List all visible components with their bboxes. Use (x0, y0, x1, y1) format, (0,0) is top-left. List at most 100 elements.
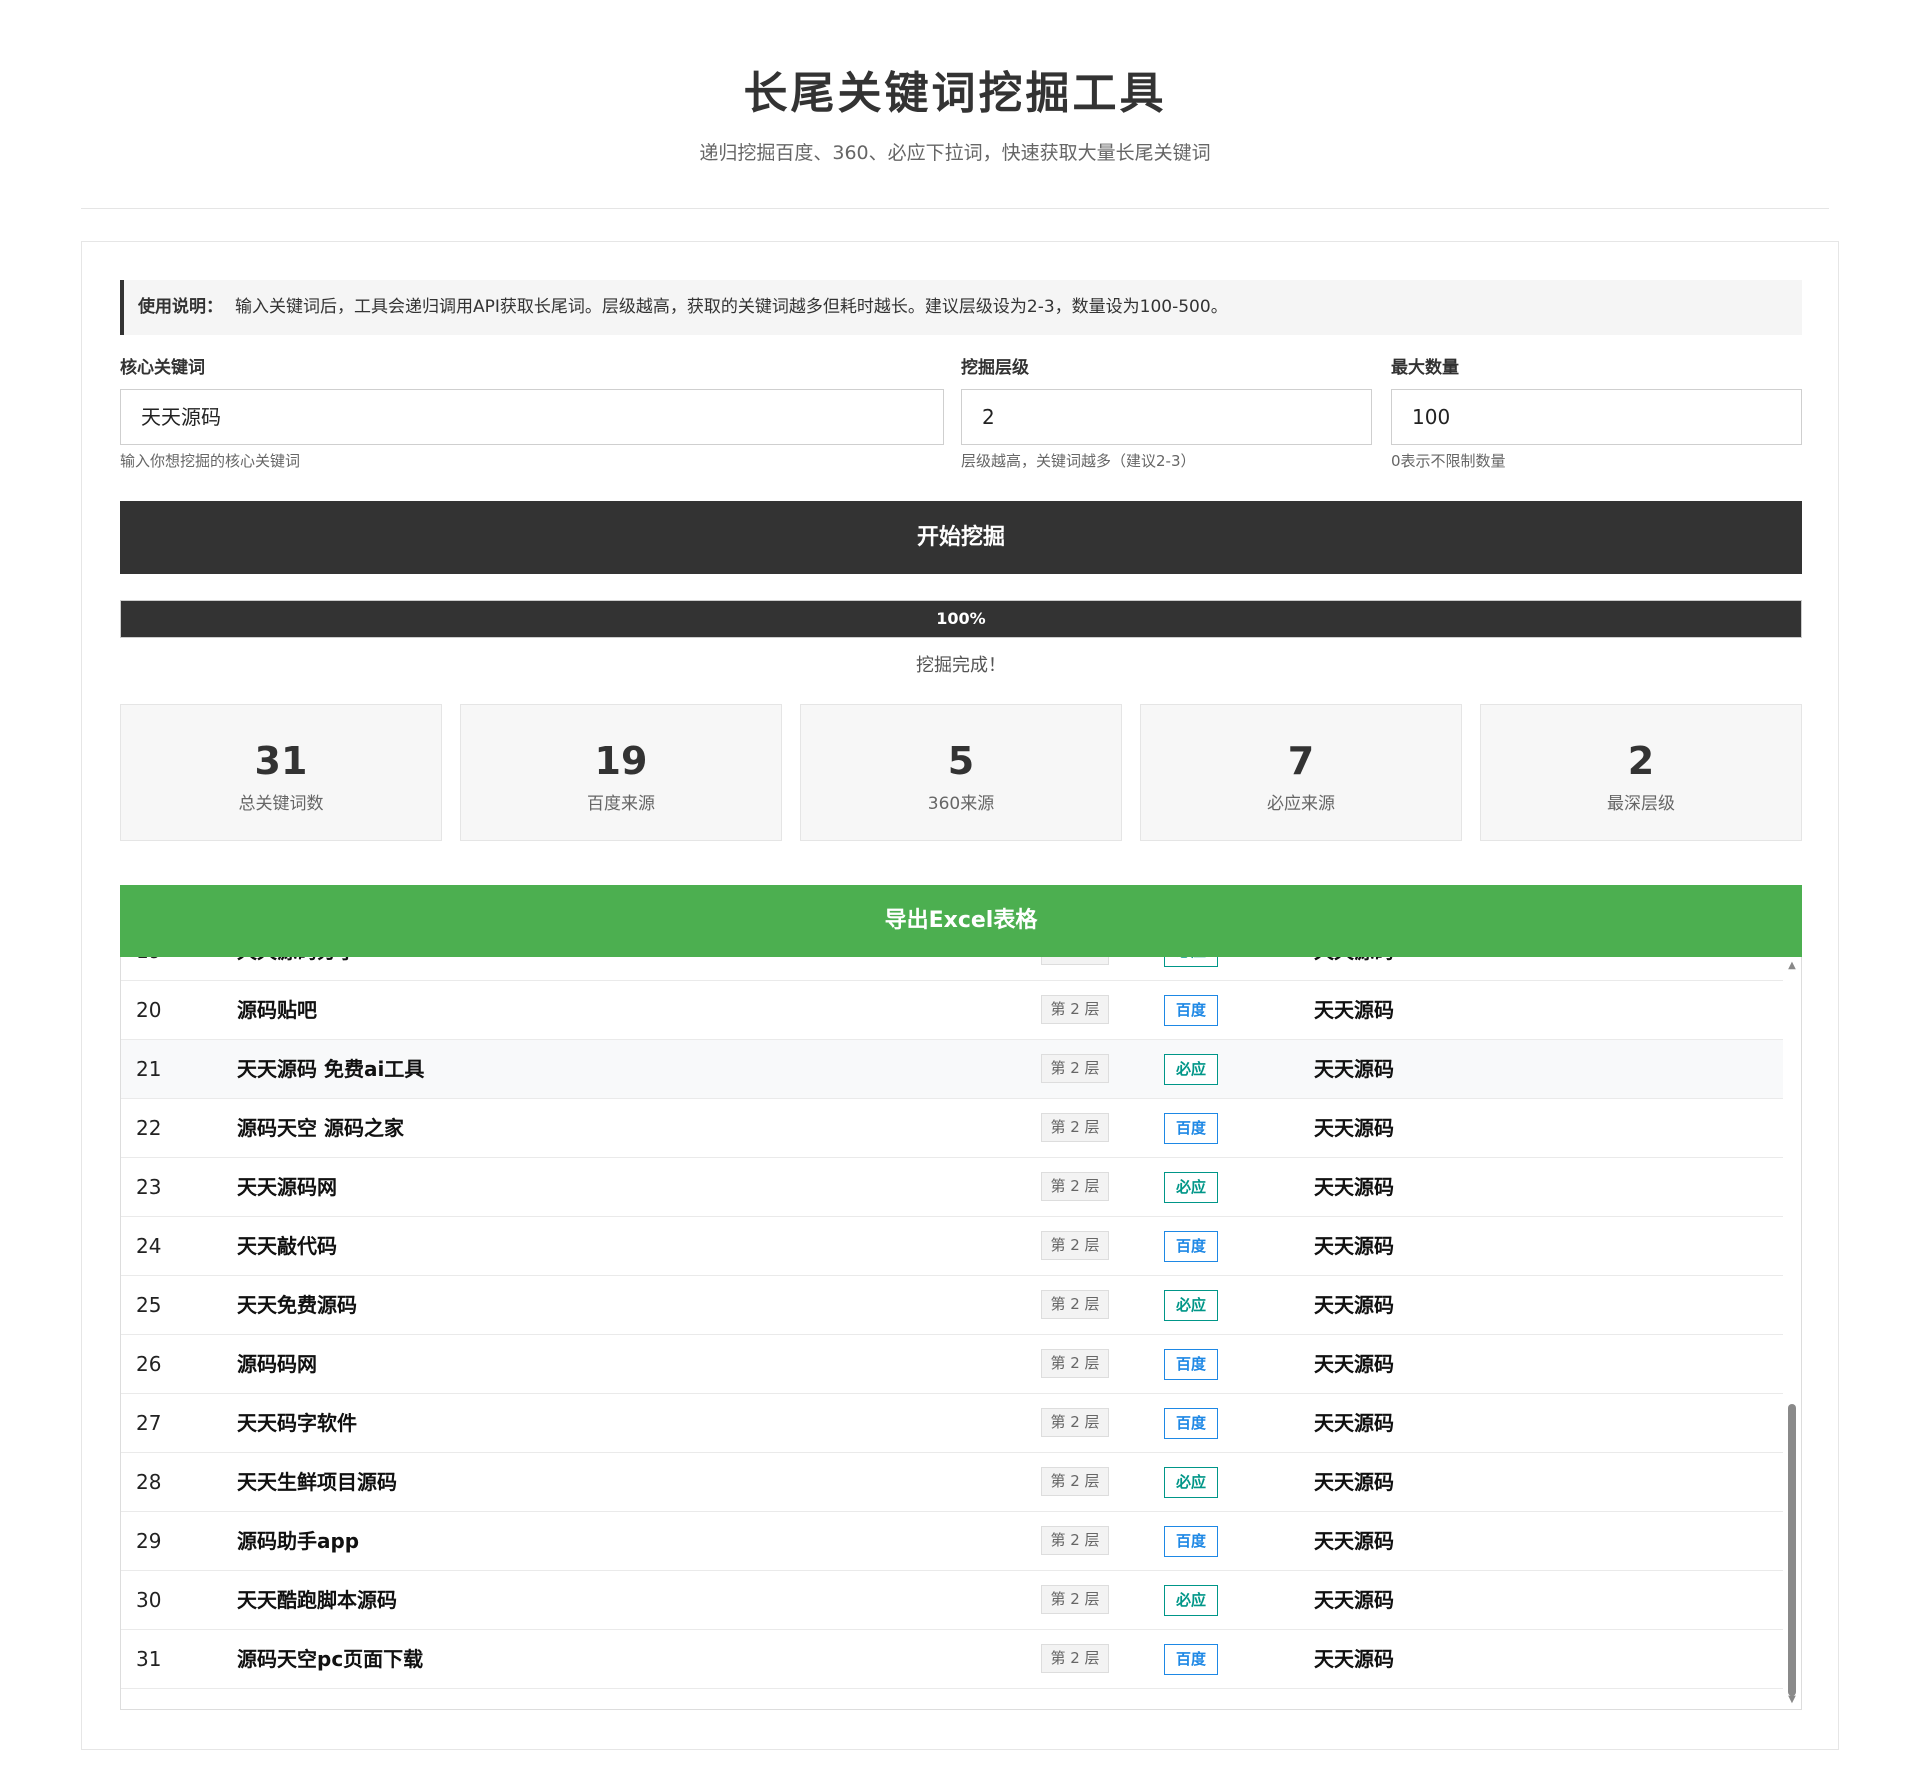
table-row[interactable]: 20 源码贴吧 第 2 层 百度 天天源码 (121, 981, 1783, 1040)
table-row[interactable]: 21 天天源码 免费ai工具 第 2 层 必应 天天源码 (121, 1040, 1783, 1099)
row-source-badge: 百度 (1164, 1644, 1218, 1675)
keyword-input[interactable]: 天天源码 (120, 389, 944, 445)
row-index: 20 (136, 998, 162, 1022)
row-source-badge: 必应 (1164, 1054, 1218, 1085)
stat-card-360: 5 360来源 (800, 704, 1122, 841)
row-index: 25 (136, 1293, 162, 1317)
row-index: 29 (136, 1529, 162, 1553)
row-parent-keyword: 天天源码 (1314, 1470, 1394, 1494)
depth-field-group: 挖掘层级 2 层级越高，关键词越多（建议2-3） (961, 357, 1372, 471)
table-row[interactable]: 27 天天码字软件 第 2 层 百度 天天源码 (121, 1394, 1783, 1453)
header-divider (81, 208, 1829, 209)
row-parent-keyword: 天天源码 (1314, 1234, 1394, 1258)
row-source-badge: 百度 (1164, 1113, 1218, 1144)
row-index: 30 (136, 1588, 162, 1612)
usage-notice: 使用说明： 输入关键词后，工具会递归调用API获取长尾词。层级越高，获取的关键词越… (120, 280, 1802, 335)
row-index: 24 (136, 1234, 162, 1258)
row-index: 19 (136, 957, 161, 980)
results-table-body: 19天天源码分享第 2 层必应天天源码20源码贴吧第 2 层百度天天源码21天天… (121, 957, 1783, 1689)
row-keyword: 天天源码网 (237, 1175, 337, 1199)
max-field-group: 最大数量 100 0表示不限制数量 (1391, 357, 1802, 471)
stat-value: 5 (947, 739, 975, 783)
table-row[interactable]: 22 源码天空 源码之家 第 2 层 百度 天天源码 (121, 1099, 1783, 1158)
row-parent-keyword: 天天源码 (1314, 998, 1394, 1022)
table-row[interactable]: 31 源码天空pc页面下载 第 2 层 百度 天天源码 (121, 1630, 1783, 1689)
row-keyword: 天天生鲜项目源码 (237, 1470, 397, 1494)
stat-card-baidu: 19 百度来源 (460, 704, 782, 841)
table-row[interactable]: 28 天天生鲜项目源码 第 2 层 必应 天天源码 (121, 1453, 1783, 1512)
row-keyword: 天天源码分享 (237, 957, 357, 980)
tool-panel: 使用说明： 输入关键词后，工具会递归调用API获取长尾词。层级越高，获取的关键词越… (81, 241, 1839, 1750)
table-row[interactable]: 29 源码助手app 第 2 层 百度 天天源码 (121, 1512, 1783, 1571)
keyword-label: 核心关键词 (120, 358, 205, 378)
input-form: 核心关键词 天天源码 输入你想挖掘的核心关键词 挖掘层级 2 层级越高，关键词越… (120, 357, 1802, 497)
tool-panel-content: 使用说明： 输入关键词后，工具会递归调用API获取长尾词。层级越高，获取的关键词越… (120, 280, 1802, 1710)
status-text: 挖掘完成！ (916, 655, 1006, 676)
table-row[interactable]: 19 天天源码分享 第 2 层 必应 天天源码 (121, 957, 1783, 981)
max-count-input[interactable]: 100 (1391, 389, 1802, 445)
row-index: 26 (136, 1352, 162, 1376)
depth-input[interactable]: 2 (961, 389, 1372, 445)
stat-label: 百度来源 (587, 794, 655, 814)
row-keyword: 天天敲代码 (237, 1234, 337, 1258)
row-level-badge: 第 2 层 (1041, 1467, 1109, 1496)
results-table[interactable]: 19天天源码分享第 2 层必应天天源码20源码贴吧第 2 层百度天天源码21天天… (120, 957, 1802, 1710)
row-level-badge: 第 2 层 (1041, 1585, 1109, 1614)
stat-value: 31 (254, 739, 308, 783)
max-count-hint: 0表示不限制数量 (1391, 452, 1506, 470)
row-source-badge: 百度 (1164, 1408, 1218, 1439)
row-parent-keyword: 天天源码 (1314, 1411, 1394, 1435)
depth-hint: 层级越高，关键词越多（建议2-3） (961, 452, 1196, 470)
row-level-badge: 第 2 层 (1041, 1113, 1109, 1142)
row-parent-keyword: 天天源码 (1314, 1588, 1394, 1612)
row-keyword: 天天源码 免费ai工具 (237, 1057, 425, 1081)
row-parent-keyword: 天天源码 (1314, 1116, 1394, 1140)
row-parent-keyword: 天天源码 (1314, 1352, 1394, 1376)
keyword-hint: 输入你想挖掘的核心关键词 (120, 452, 301, 470)
row-keyword: 源码贴吧 (237, 998, 317, 1022)
row-level-badge: 第 2 层 (1041, 1231, 1109, 1260)
row-parent-keyword: 天天源码 (1314, 1529, 1394, 1553)
table-row[interactable]: 26 源码码网 第 2 层 百度 天天源码 (121, 1335, 1783, 1394)
row-parent-keyword: 天天源码 (1314, 957, 1394, 980)
row-parent-keyword: 天天源码 (1314, 1175, 1394, 1199)
start-mining-button[interactable]: 开始挖掘 (120, 501, 1802, 574)
progress-bar: 100% (120, 600, 1802, 638)
row-keyword: 源码码网 (237, 1352, 317, 1376)
row-level-badge: 第 2 层 (1041, 995, 1109, 1024)
max-count-label: 最大数量 (1391, 358, 1459, 378)
stat-value: 7 (1287, 739, 1315, 783)
stat-value: 2 (1627, 739, 1655, 783)
row-parent-keyword: 天天源码 (1314, 1647, 1394, 1671)
usage-notice-label: 使用说明： (138, 297, 223, 317)
scroll-down-arrow-icon[interactable]: ▼ (1783, 1693, 1801, 1707)
row-level-badge: 第 2 层 (1041, 1408, 1109, 1437)
stat-label: 总关键词数 (238, 794, 324, 814)
row-keyword: 源码天空pc页面下载 (237, 1647, 424, 1671)
scrollbar-thumb[interactable] (1788, 1404, 1796, 1696)
row-source-badge: 必应 (1164, 1585, 1218, 1616)
row-keyword: 天天免费源码 (237, 1293, 357, 1317)
stat-card-depth: 2 最深层级 (1480, 704, 1802, 841)
table-scrollbar[interactable]: ▲ ▼ (1783, 957, 1801, 1709)
progress-text: 100% (936, 609, 986, 628)
row-parent-keyword: 天天源码 (1314, 1293, 1394, 1317)
row-level-badge: 第 2 层 (1041, 1349, 1109, 1378)
row-index: 22 (136, 1116, 162, 1140)
table-row[interactable]: 25 天天免费源码 第 2 层 必应 天天源码 (121, 1276, 1783, 1335)
table-row[interactable]: 23 天天源码网 第 2 层 必应 天天源码 (121, 1158, 1783, 1217)
export-excel-button[interactable]: 导出Excel表格 (120, 885, 1802, 957)
scroll-up-arrow-icon[interactable]: ▲ (1783, 959, 1801, 973)
row-keyword: 源码助手app (237, 1529, 360, 1553)
table-row[interactable]: 30 天天酷跑脚本源码 第 2 层 必应 天天源码 (121, 1571, 1783, 1630)
table-row[interactable]: 24 天天敲代码 第 2 层 百度 天天源码 (121, 1217, 1783, 1276)
stat-label: 最深层级 (1607, 794, 1675, 814)
usage-notice-text: 输入关键词后，工具会递归调用API获取长尾词。层级越高，获取的关键词越多但耗时越… (235, 297, 1228, 317)
row-index: 31 (136, 1647, 162, 1671)
row-keyword: 天天码字软件 (237, 1411, 357, 1435)
row-index: 23 (136, 1175, 162, 1199)
keyword-field-group: 核心关键词 天天源码 输入你想挖掘的核心关键词 (120, 357, 944, 471)
stat-value: 19 (594, 739, 648, 783)
row-level-badge: 第 2 层 (1041, 1526, 1109, 1555)
row-level-badge: 第 2 层 (1041, 1290, 1109, 1319)
